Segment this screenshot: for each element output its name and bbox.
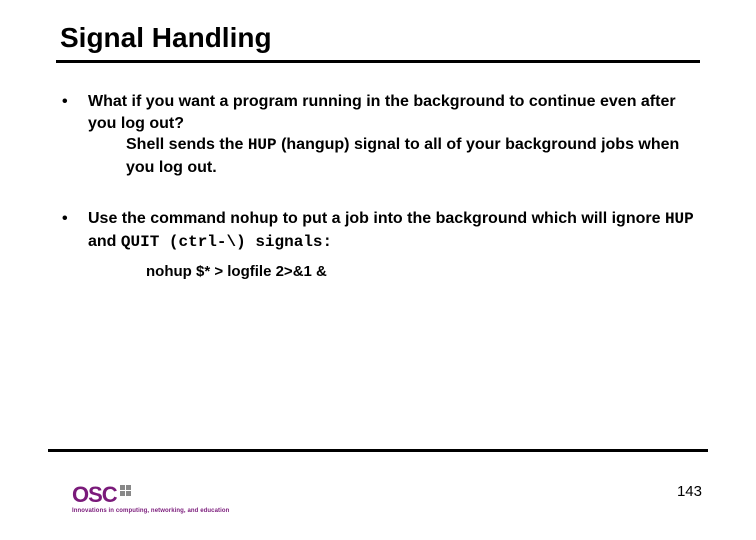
footer-divider-wrap <box>48 449 708 452</box>
slide: Signal Handling • What if you want a pro… <box>0 0 756 540</box>
code-inline: HUP <box>248 136 277 154</box>
logo-row: OSC <box>72 484 131 506</box>
bullet-body: Use the command nohup to put a job into … <box>88 208 700 281</box>
title-divider <box>56 60 700 63</box>
text-run: and <box>88 233 121 250</box>
text-run: Shell sends the <box>126 136 248 153</box>
bullet-text: What if you want a program running in th… <box>88 93 676 132</box>
footer-divider <box>48 449 708 452</box>
page-number: 143 <box>677 483 702 500</box>
bullet-marker: • <box>56 91 88 178</box>
text-run: Use the command <box>88 210 230 227</box>
text-run: to put a job into the background which w… <box>278 210 665 227</box>
code-inline: QUIT (ctrl-\) <box>121 233 246 251</box>
bullet-body: What if you want a program running in th… <box>88 91 700 178</box>
logo-tagline: Innovations in computing, networking, an… <box>72 508 229 514</box>
slide-title: Signal Handling <box>48 22 708 60</box>
logo-squares-icon <box>120 485 131 496</box>
code-block: nohup $* > logfile 2>&1 & <box>88 262 700 282</box>
logo-text: OSC <box>72 484 117 506</box>
bullet-item: • Use the command nohup to put a job int… <box>56 208 700 281</box>
logo: OSC Innovations in computing, networking… <box>72 484 229 514</box>
text-run: signals: <box>246 233 332 251</box>
bullet-item: • What if you want a program running in … <box>56 91 700 178</box>
bullet-subtext: Shell sends the HUP (hangup) signal to a… <box>88 134 700 178</box>
content-area: • What if you want a program running in … <box>48 91 708 282</box>
bullet-marker: • <box>56 208 88 281</box>
code-inline: nohup <box>230 210 278 228</box>
code-inline: HUP <box>665 210 694 228</box>
